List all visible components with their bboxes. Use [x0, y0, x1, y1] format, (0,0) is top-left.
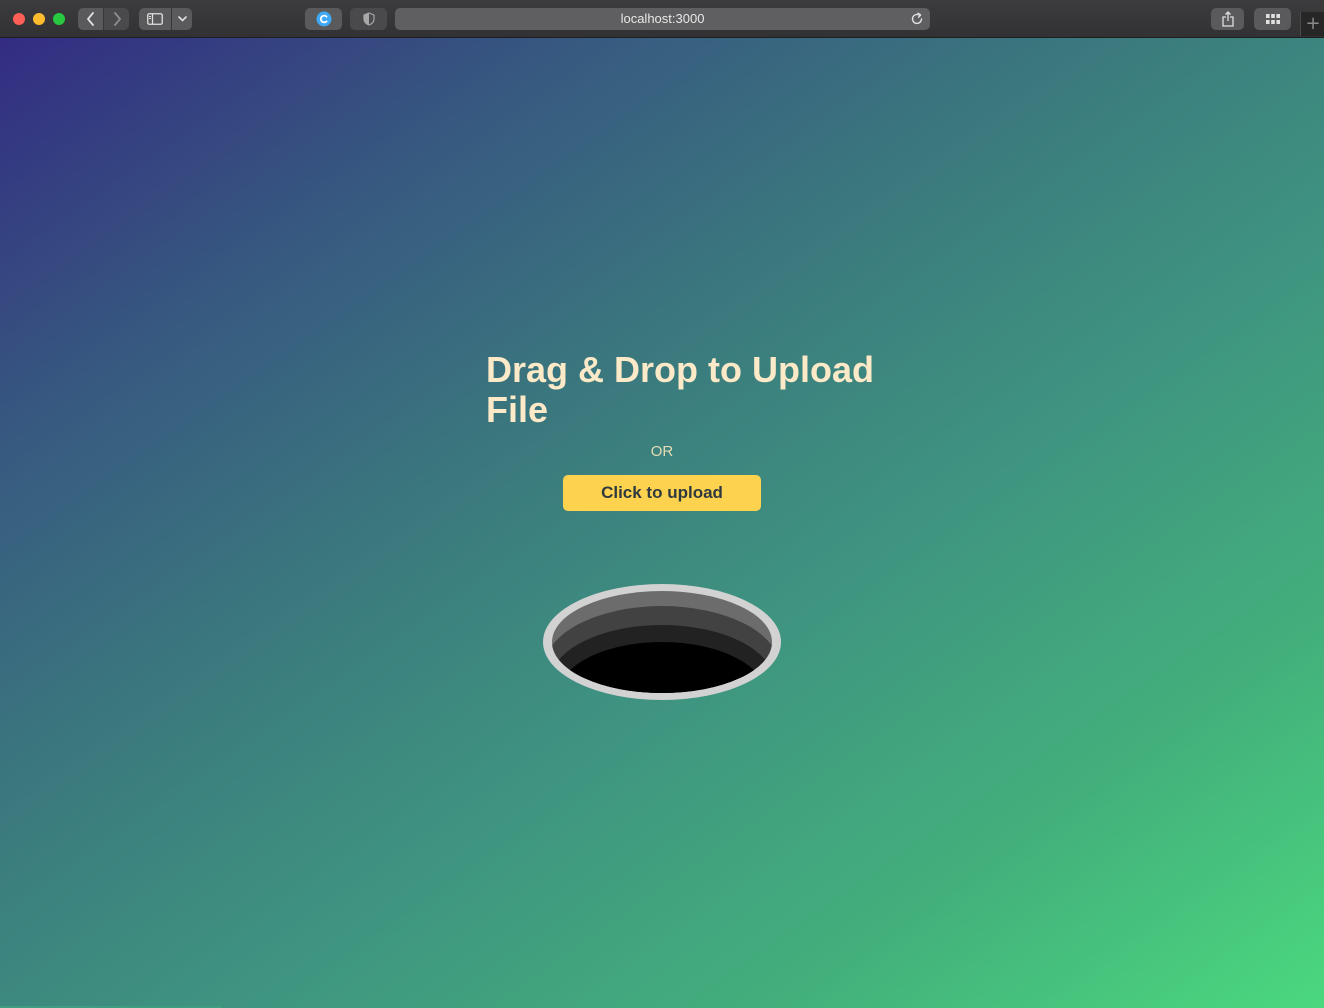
share-button[interactable] — [1211, 8, 1244, 30]
drop-zone-hole-icon[interactable] — [541, 582, 783, 704]
back-button[interactable] — [78, 8, 103, 30]
upload-button[interactable]: Click to upload — [563, 475, 761, 511]
shield-icon — [362, 12, 375, 26]
back-arrow-icon — [86, 12, 94, 26]
extension-c-icon — [316, 11, 331, 27]
browser-toolbar: localhost:3000 + — [0, 0, 1324, 38]
extension-button[interactable] — [305, 8, 342, 30]
zoom-window-button[interactable] — [53, 13, 65, 25]
address-bar[interactable]: localhost:3000 — [395, 8, 930, 30]
page-title: Drag & Drop to Upload File — [486, 349, 874, 430]
or-separator: OR — [650, 443, 674, 460]
minimize-window-button[interactable] — [33, 13, 45, 25]
reload-icon[interactable] — [910, 12, 924, 26]
url-text: localhost:3000 — [620, 11, 705, 26]
plus-icon: + — [1305, 13, 1321, 34]
chevron-down-icon — [177, 16, 187, 22]
grid-icon — [1265, 14, 1280, 24]
share-icon — [1221, 11, 1234, 27]
privacy-button[interactable] — [350, 8, 387, 30]
forward-button[interactable] — [104, 8, 129, 30]
new-tab-button[interactable]: + — [1300, 12, 1324, 36]
sidebar-icon — [147, 13, 163, 25]
forward-arrow-icon — [113, 12, 121, 26]
sidebar-dropdown-button[interactable] — [172, 8, 192, 30]
sidebar-toggle-button[interactable] — [139, 8, 171, 30]
tab-overview-button[interactable] — [1254, 8, 1291, 30]
close-window-button[interactable] — [13, 13, 25, 25]
page-viewport[interactable]: Drag & Drop to Upload File OR Click to u… — [0, 38, 1324, 1008]
